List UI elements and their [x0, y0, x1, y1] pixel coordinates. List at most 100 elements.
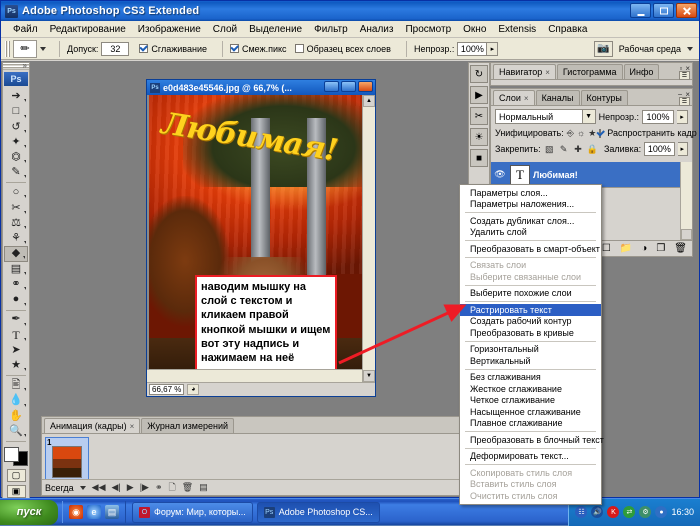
messenger-icon[interactable]: ●	[655, 506, 667, 518]
add-layer-mask-icon[interactable]: ☐	[602, 243, 611, 254]
tab-paths[interactable]: Контуры	[581, 90, 628, 105]
tool-preset-picker[interactable]: ✏	[13, 40, 37, 58]
blend-mode-select[interactable]: Нормальный ▼	[495, 109, 596, 124]
navigator-panel-menu-icon[interactable]: ☰	[679, 71, 690, 80]
unify-position-icon[interactable]: ⎆	[567, 127, 574, 139]
path-selection-tool[interactable]: ➤	[4, 343, 28, 358]
layers-panel-menu-icon[interactable]: ☰	[679, 97, 690, 106]
foreground-color-swatch[interactable]	[4, 447, 19, 462]
ctx-antialias-sharp[interactable]: Жесткое сглаживание	[460, 383, 601, 395]
play-animation-icon[interactable]: ▶	[127, 482, 134, 493]
loop-option[interactable]: Всегда	[45, 483, 74, 493]
taskbar-task-forum[interactable]: O Форум: Мир, которы...	[132, 502, 253, 523]
taskbar-task-photoshop[interactable]: Ps Adobe Photoshop CS...	[257, 502, 380, 523]
hand-tool[interactable]: ✋	[4, 409, 28, 424]
eraser-tool[interactable]: ◆	[4, 246, 28, 262]
lasso-tool[interactable]: ↺	[4, 120, 28, 135]
menu-window[interactable]: Окно	[457, 23, 492, 36]
ctx-warp-text[interactable]: Деформировать текст...	[460, 451, 601, 463]
close-button[interactable]	[676, 3, 697, 18]
tab-navigator[interactable]: Навигатор ×	[493, 64, 556, 79]
fill-chevron-icon[interactable]: ▸	[678, 142, 688, 156]
tab-animation-frames[interactable]: Анимация (кадры) ×	[44, 418, 140, 433]
tab-channels[interactable]: Каналы	[536, 90, 580, 105]
opacity-chevron-icon[interactable]: ▸	[487, 42, 498, 56]
color-swatches[interactable]	[4, 447, 28, 466]
adjustments-panel-icon[interactable]: ☀	[470, 128, 488, 146]
ctx-create-work-path[interactable]: Создать рабочий контур	[460, 316, 601, 328]
crop-tool[interactable]: ⏣	[4, 150, 28, 165]
chevron-down-icon[interactable]: ▼	[582, 110, 595, 123]
styles-panel-icon[interactable]: ■	[470, 149, 488, 167]
custom-shape-tool[interactable]: ★	[4, 358, 28, 373]
scroll-down-icon[interactable]: ▼	[363, 370, 375, 382]
propagate-checkbox[interactable]	[599, 129, 601, 138]
close-icon[interactable]: ×	[130, 422, 135, 431]
clone-stamp-tool[interactable]: ⚖	[4, 216, 28, 231]
opacity-input[interactable]: 100%	[457, 42, 487, 56]
new-layer-icon[interactable]: ❐	[656, 243, 665, 254]
antivirus-icon[interactable]: K	[607, 506, 619, 518]
pen-tool[interactable]: ✒	[4, 312, 28, 327]
history-panel-icon[interactable]: ↻	[470, 65, 488, 83]
layer-opacity-value[interactable]: 100%	[642, 110, 674, 124]
menu-select[interactable]: Выделение	[243, 23, 308, 36]
select-first-frame-icon[interactable]: ◀◀	[92, 482, 106, 493]
dodge-tool[interactable]: ●	[4, 292, 28, 307]
type-tool[interactable]: T	[4, 328, 28, 343]
document-close-button[interactable]	[358, 81, 373, 92]
media-player-icon[interactable]: ◉	[69, 505, 83, 519]
ctx-convert-to-smart-object[interactable]: Преобразовать в смарт-объект	[460, 243, 601, 255]
select-next-frame-icon[interactable]: |▶	[140, 482, 149, 493]
loop-chevron-down-icon[interactable]	[80, 486, 86, 490]
ctx-select-similar-layers[interactable]: Выберите похожие слои	[460, 288, 601, 300]
menu-file[interactable]: Файл	[7, 23, 44, 36]
unify-visibility-icon[interactable]: ☼	[577, 127, 585, 139]
magic-wand-tool[interactable]: ✦	[4, 135, 28, 150]
all-layers-checkbox-group[interactable]: Образец всех слоев	[295, 44, 391, 54]
gradient-tool[interactable]: ▤	[4, 262, 28, 277]
options-bar-grip[interactable]	[5, 41, 10, 57]
tab-measurement-log[interactable]: Журнал измерений	[141, 418, 234, 433]
tab-info[interactable]: Инфо	[624, 64, 660, 79]
workspace-label[interactable]: Рабочая среда	[619, 44, 681, 54]
quick-mask-toggle[interactable]: ▢	[7, 469, 26, 482]
pencil-tool[interactable]: ✂	[4, 200, 28, 215]
ctx-horizontal[interactable]: Горизонтальный	[460, 344, 601, 356]
all-layers-checkbox[interactable]	[295, 44, 304, 53]
ctx-delete-layer[interactable]: Удалить слой	[460, 227, 601, 239]
document-vertical-scrollbar[interactable]: ▲ ▼	[362, 95, 375, 382]
ctx-blending-options[interactable]: Параметры наложения...	[460, 199, 601, 211]
document-maximize-button[interactable]	[341, 81, 356, 92]
unify-style-icon[interactable]: ★	[588, 127, 596, 139]
tab-histogram[interactable]: Гистограмма	[557, 64, 623, 79]
tab-layers[interactable]: Слои ×	[493, 90, 535, 105]
lock-position-icon[interactable]: ✚	[572, 143, 583, 155]
new-group-icon[interactable]: 📁	[620, 243, 632, 254]
menu-layer[interactable]: Слой	[207, 23, 243, 36]
convert-to-timeline-icon[interactable]: ▤	[199, 482, 208, 493]
lock-image-icon[interactable]: ✎	[558, 143, 569, 155]
notes-tool[interactable]: 🖹	[4, 378, 28, 393]
artwork-canvas[interactable]: Любимая! наводим мышку на слой с текстом…	[149, 95, 362, 382]
new-adjustment-layer-icon[interactable]: ◑	[641, 243, 647, 254]
antialias-checkbox[interactable]	[139, 44, 148, 53]
ctx-layer-properties[interactable]: Параметры слоя...	[460, 187, 601, 199]
lock-transparency-icon[interactable]: ▧	[544, 143, 555, 155]
internet-explorer-icon[interactable]: e	[87, 505, 101, 519]
minimize-button[interactable]	[630, 3, 651, 18]
volume-icon[interactable]: 🔊	[591, 506, 603, 518]
move-tool[interactable]: ➔	[4, 89, 28, 104]
status-info-icon[interactable]: ◕	[187, 384, 199, 395]
ctx-antialias-smooth[interactable]: Плавное сглаживание	[460, 418, 601, 430]
eyedropper-tool[interactable]: 💧	[4, 393, 28, 408]
layer-opacity-chevron-icon[interactable]: ▸	[677, 110, 688, 124]
layer-context-menu[interactable]: Параметры слоя... Параметры наложения...…	[459, 184, 602, 505]
lock-all-icon[interactable]: 🔒	[587, 143, 598, 155]
fill-value[interactable]: 100%	[644, 142, 674, 156]
tolerance-input[interactable]: 32	[101, 42, 129, 56]
ctx-duplicate-layer[interactable]: Создать дубликат слоя...	[460, 215, 601, 227]
maximize-button[interactable]	[653, 3, 674, 18]
tween-frames-icon[interactable]: ⚭	[155, 482, 163, 493]
layers-scrollbar[interactable]	[680, 162, 692, 240]
